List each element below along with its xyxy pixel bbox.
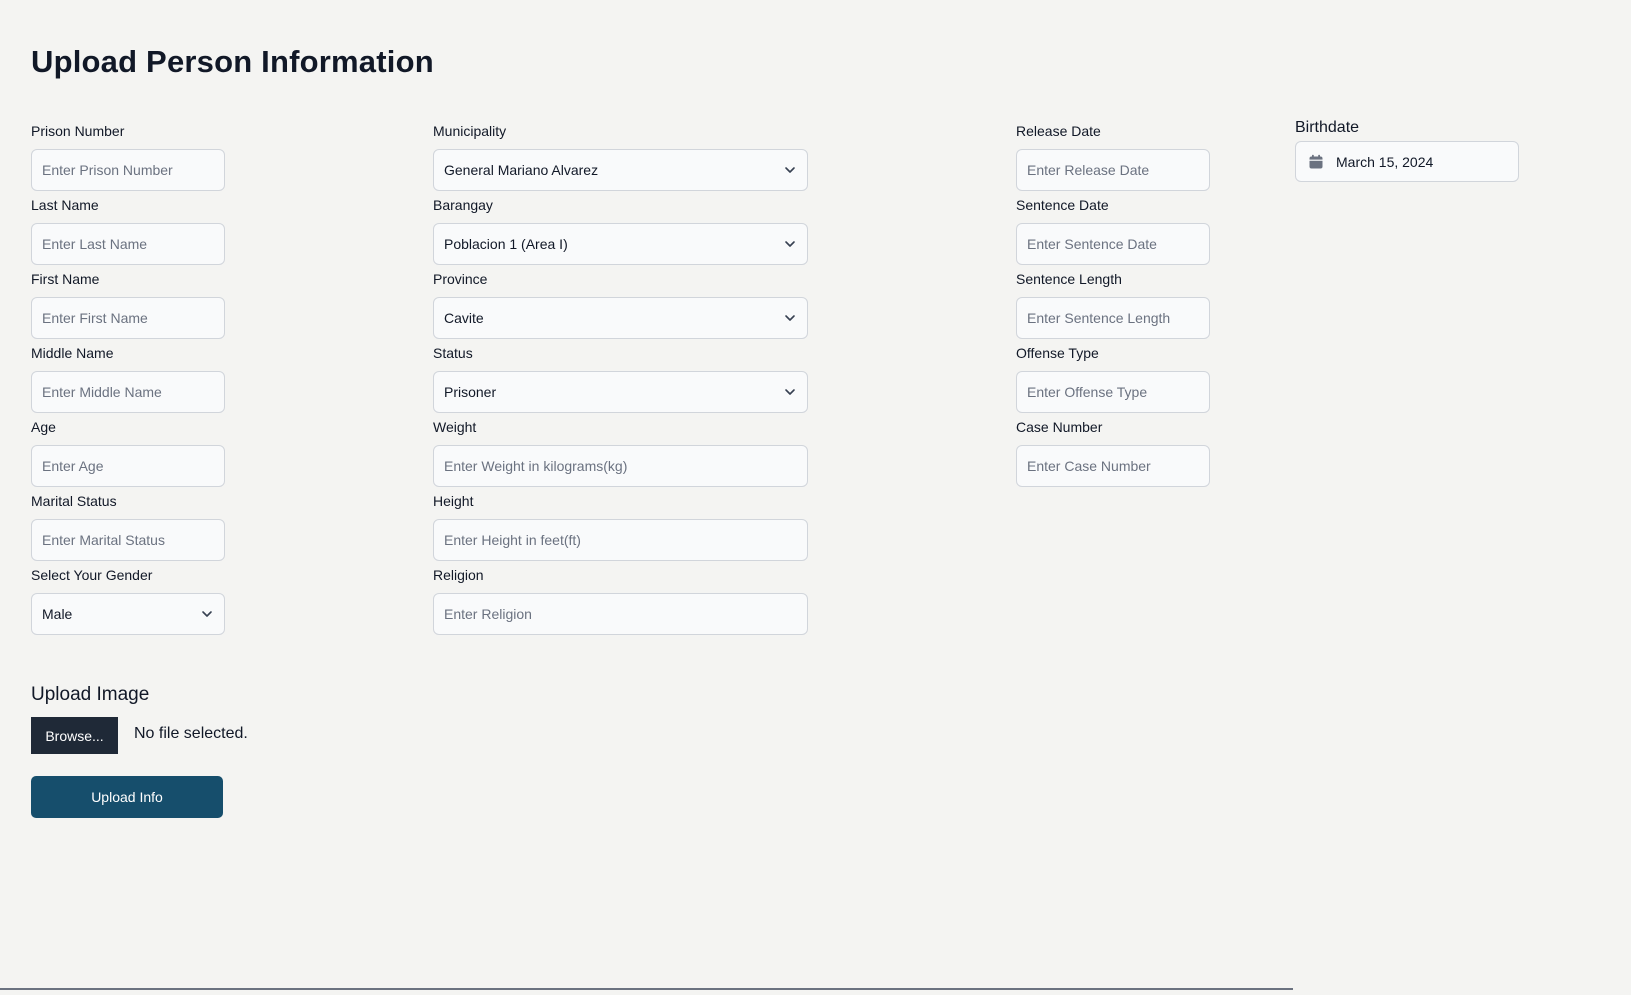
province-field: Province Cavite: [433, 269, 808, 339]
chevron-down-icon: [785, 167, 795, 173]
weight-field: Weight: [433, 417, 808, 487]
height-input[interactable]: [433, 519, 808, 561]
release-date-label: Release Date: [1016, 123, 1101, 139]
province-label: Province: [433, 271, 488, 287]
case-number-field: Case Number: [1016, 417, 1210, 487]
chevron-down-icon: [785, 241, 795, 247]
municipality-field: Municipality General Mariano Alvarez: [433, 121, 808, 191]
sentence-date-field: Sentence Date: [1016, 195, 1210, 265]
case-number-label: Case Number: [1016, 419, 1103, 435]
browse-button[interactable]: Browse...: [31, 717, 118, 754]
province-select[interactable]: Cavite: [433, 297, 808, 339]
height-field: Height: [433, 491, 808, 561]
upload-info-button[interactable]: Upload Info: [31, 776, 223, 818]
bottom-divider: [0, 988, 1293, 990]
status-select-value: Prisoner: [444, 384, 497, 400]
marital-status-label: Marital Status: [31, 493, 117, 509]
barangay-field: Barangay Poblacion 1 (Area I): [433, 195, 808, 265]
upload-image-heading: Upload Image: [31, 684, 150, 705]
last-name-input[interactable]: [31, 223, 225, 265]
first-name-field: First Name: [31, 269, 225, 339]
offense-type-field: Offense Type: [1016, 343, 1210, 413]
age-input[interactable]: [31, 445, 225, 487]
page-title: Upload Person Information: [31, 44, 434, 79]
status-label: Status: [433, 345, 473, 361]
gender-label: Select Your Gender: [31, 567, 153, 583]
middle-name-label: Middle Name: [31, 345, 114, 361]
offense-type-label: Offense Type: [1016, 345, 1099, 361]
first-name-label: First Name: [31, 271, 100, 287]
weight-label: Weight: [433, 419, 477, 435]
gender-field: Select Your Gender Male: [31, 565, 225, 635]
religion-field: Religion: [433, 565, 808, 635]
sentence-length-label: Sentence Length: [1016, 271, 1122, 287]
prison-number-input[interactable]: [31, 149, 225, 191]
barangay-select-value: Poblacion 1 (Area I): [444, 236, 568, 252]
last-name-label: Last Name: [31, 197, 99, 213]
status-field: Status Prisoner: [433, 343, 808, 413]
birthdate-label: Birthdate: [1295, 119, 1360, 136]
file-status-text: No file selected.: [134, 725, 248, 742]
status-select[interactable]: Prisoner: [433, 371, 808, 413]
last-name-field: Last Name: [31, 195, 225, 265]
gender-select[interactable]: Male: [31, 593, 225, 635]
municipality-label: Municipality: [433, 123, 507, 139]
barangay-label: Barangay: [433, 197, 493, 213]
religion-label: Religion: [433, 567, 484, 583]
offense-type-input[interactable]: [1016, 371, 1210, 413]
release-date-input[interactable]: [1016, 149, 1210, 191]
age-label: Age: [31, 419, 56, 435]
sentence-date-input[interactable]: [1016, 223, 1210, 265]
chevron-down-icon: [785, 315, 795, 321]
first-name-input[interactable]: [31, 297, 225, 339]
province-select-value: Cavite: [444, 310, 484, 326]
municipality-select[interactable]: General Mariano Alvarez: [433, 149, 808, 191]
weight-input[interactable]: [433, 445, 808, 487]
prison-number-label: Prison Number: [31, 123, 125, 139]
marital-status-input[interactable]: [31, 519, 225, 561]
gender-select-value: Male: [42, 606, 73, 622]
religion-input[interactable]: [433, 593, 808, 635]
sentence-date-label: Sentence Date: [1016, 197, 1109, 213]
sentence-length-input[interactable]: [1016, 297, 1210, 339]
chevron-down-icon: [202, 611, 212, 617]
calendar-icon: [1309, 154, 1323, 168]
page: Upload Person Information Prison Number …: [0, 0, 1631, 995]
birthdate-value: March 15, 2024: [1336, 153, 1434, 170]
age-field: Age: [31, 417, 225, 487]
case-number-input[interactable]: [1016, 445, 1210, 487]
chevron-down-icon: [785, 389, 795, 395]
birthdate-picker[interactable]: March 15, 2024: [1295, 141, 1519, 182]
marital-status-field: Marital Status: [31, 491, 225, 561]
middle-name-field: Middle Name: [31, 343, 225, 413]
middle-name-input[interactable]: [31, 371, 225, 413]
barangay-select[interactable]: Poblacion 1 (Area I): [433, 223, 808, 265]
prison-number-field: Prison Number: [31, 121, 225, 191]
sentence-length-field: Sentence Length: [1016, 269, 1210, 339]
height-label: Height: [433, 493, 474, 509]
municipality-select-value: General Mariano Alvarez: [444, 162, 599, 178]
release-date-field: Release Date: [1016, 121, 1210, 191]
